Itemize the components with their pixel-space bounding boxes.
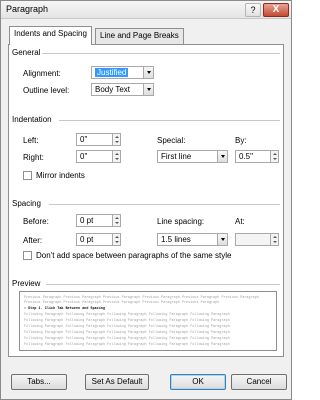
ok-button[interactable]: OK xyxy=(170,374,226,390)
tab-line-and-page-breaks[interactable]: Line and Page Breaks xyxy=(95,28,184,44)
paragraph-dialog: Paragraph ? X Indents and Spacing Line a… xyxy=(0,0,292,400)
preview-line: Following Paragraph Following Paragraph … xyxy=(24,342,230,346)
chevron-down-icon[interactable] xyxy=(217,150,228,163)
preview-line: Following Paragraph Following Paragraph … xyxy=(24,318,230,322)
cancel-button[interactable]: Cancel xyxy=(231,374,287,390)
preview-section-title: Preview xyxy=(12,279,41,288)
spinner-arrows-icon[interactable] xyxy=(112,214,121,227)
tab-label: Indents and Spacing xyxy=(14,29,87,38)
preview-line-current: • Step 1. Click Tab Between and Spacing xyxy=(24,306,106,310)
preview-line: Previous Paragraph Previous Paragraph Pr… xyxy=(24,300,220,304)
spinner-arrows-icon[interactable] xyxy=(112,233,121,246)
after-input[interactable]: 0 pt xyxy=(76,233,121,246)
dont-add-space-label: Don't add space between paragraphs of th… xyxy=(36,251,232,260)
dialog-title: Paragraph xyxy=(6,4,49,14)
mirror-indents-label: Mirror indents xyxy=(36,171,85,180)
spinner-arrows-icon[interactable] xyxy=(270,150,279,163)
alignment-dropdown[interactable]: Justified xyxy=(91,66,154,79)
by-input[interactable]: 0.5" xyxy=(235,150,279,163)
preview-line: Following Paragraph Following Paragraph … xyxy=(24,330,230,334)
preview-line: Following Paragraph Following Paragraph … xyxy=(24,312,230,316)
dont-add-space-checkbox[interactable] xyxy=(23,251,32,260)
line-spacing-value: 1.5 lines xyxy=(161,235,191,244)
preview-line: Following Paragraph Following Paragraph … xyxy=(24,324,230,328)
left-indent-value: 0" xyxy=(80,135,88,144)
tabs-button[interactable]: Tabs... xyxy=(11,374,67,390)
general-section-title: General xyxy=(12,48,41,57)
spacing-divider xyxy=(49,204,280,205)
at-input[interactable] xyxy=(235,233,279,246)
outline-level-dropdown[interactable]: Body Text xyxy=(91,83,154,96)
at-label: At: xyxy=(235,217,245,226)
tab-panel: General Alignment: Justified Outline lev… xyxy=(8,44,284,357)
line-spacing-label: Line spacing: xyxy=(157,217,205,226)
spinner-arrows-icon[interactable] xyxy=(112,150,121,163)
by-value: 0.5" xyxy=(239,152,253,161)
special-dropdown[interactable]: First line xyxy=(157,150,228,163)
general-divider xyxy=(42,53,280,54)
paragraph-preview: Previous Paragraph Previous Paragraph Pr… xyxy=(19,291,277,351)
preview-divider xyxy=(46,284,280,285)
right-indent-input[interactable]: 0" xyxy=(76,150,121,163)
tab-label: Line and Page Breaks xyxy=(100,31,179,40)
spinner-arrows-icon[interactable] xyxy=(112,133,121,146)
after-label: After: xyxy=(23,236,43,245)
preview-line: Previous Paragraph Previous Paragraph Pr… xyxy=(24,295,259,299)
alignment-label: Alignment: xyxy=(23,69,61,78)
set-as-default-button[interactable]: Set As Default xyxy=(85,374,149,390)
title-bar[interactable]: Paragraph ? X xyxy=(1,1,291,19)
right-indent-value: 0" xyxy=(80,152,88,161)
before-label: Before: xyxy=(23,217,49,226)
alignment-value: Justified xyxy=(95,68,129,77)
by-label: By: xyxy=(235,136,247,145)
special-label: Special: xyxy=(157,136,186,145)
tab-indents-and-spacing[interactable]: Indents and Spacing xyxy=(9,26,92,45)
chevron-down-icon[interactable] xyxy=(143,66,154,79)
outline-level-value: Body Text xyxy=(95,85,130,94)
special-value: First line xyxy=(161,152,192,161)
close-button[interactable]: X xyxy=(263,3,289,17)
chevron-down-icon[interactable] xyxy=(143,83,154,96)
chevron-down-icon[interactable] xyxy=(217,233,228,246)
line-spacing-dropdown[interactable]: 1.5 lines xyxy=(157,233,228,246)
before-value: 0 pt xyxy=(80,216,94,225)
spinner-arrows-icon[interactable] xyxy=(270,233,279,246)
left-indent-label: Left: xyxy=(23,136,39,145)
help-button[interactable]: ? xyxy=(245,3,261,17)
before-input[interactable]: 0 pt xyxy=(76,214,121,227)
spacing-section-title: Spacing xyxy=(12,199,41,208)
after-value: 0 pt xyxy=(80,235,94,244)
right-indent-label: Right: xyxy=(23,153,44,162)
left-indent-input[interactable]: 0" xyxy=(76,133,121,146)
indentation-section-title: Indentation xyxy=(12,115,52,124)
outline-level-label: Outline level: xyxy=(23,86,70,95)
indentation-divider xyxy=(59,120,280,121)
preview-line: Following Paragraph Following Paragraph … xyxy=(24,336,230,340)
mirror-indents-checkbox[interactable] xyxy=(23,171,32,180)
